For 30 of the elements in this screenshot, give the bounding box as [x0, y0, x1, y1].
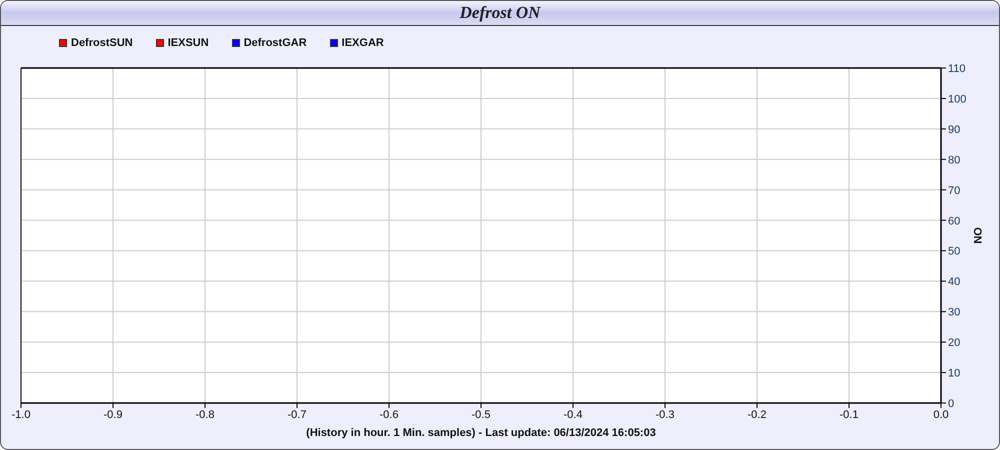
- y-tick-label: 80: [948, 154, 960, 166]
- x-tick-label: -0.2: [748, 409, 766, 421]
- y-tick-label: 30: [948, 306, 960, 319]
- x-axis-title: (History in hour. 1 Min. samples) - Last update: 06/13/2024 16:05:03: [306, 427, 656, 439]
- legend-label: DefrostSUN: [71, 36, 133, 51]
- y-tick-label: 70: [948, 184, 960, 197]
- y-tick-label: 100: [948, 93, 966, 106]
- y-tick-label: 0: [948, 398, 954, 410]
- y-tick-label: 90: [948, 124, 960, 136]
- y-tick-label: 20: [948, 337, 960, 350]
- legend-label: IEXSUN: [168, 36, 209, 51]
- legend-label: DefrostGAR: [244, 36, 307, 51]
- x-tick-label: -0.5: [472, 409, 490, 421]
- y-tick-label: 110: [948, 63, 966, 75]
- x-tick-label: -0.9: [104, 409, 122, 421]
- y-tick-label: 50: [948, 246, 960, 258]
- x-tick-label: -0.3: [656, 409, 674, 421]
- y-tick-label: 10: [948, 368, 960, 380]
- y-axis-title: ON: [971, 227, 983, 244]
- x-tick-label: -0.8: [196, 409, 214, 421]
- y-tick-label: 40: [948, 276, 960, 288]
- x-tick-label: -0.6: [380, 409, 398, 421]
- x-tick-label: -1.0: [12, 409, 30, 421]
- x-tick-label: -0.7: [288, 409, 306, 421]
- window-title: Defrost ON: [460, 2, 540, 24]
- x-tick-label: -0.4: [564, 409, 582, 421]
- legend-label: IEXGAR: [342, 36, 384, 51]
- x-tick-label: -0.1: [840, 409, 858, 421]
- x-tick-label: 0.0: [933, 409, 949, 421]
- y-tick-label: 60: [948, 215, 960, 228]
